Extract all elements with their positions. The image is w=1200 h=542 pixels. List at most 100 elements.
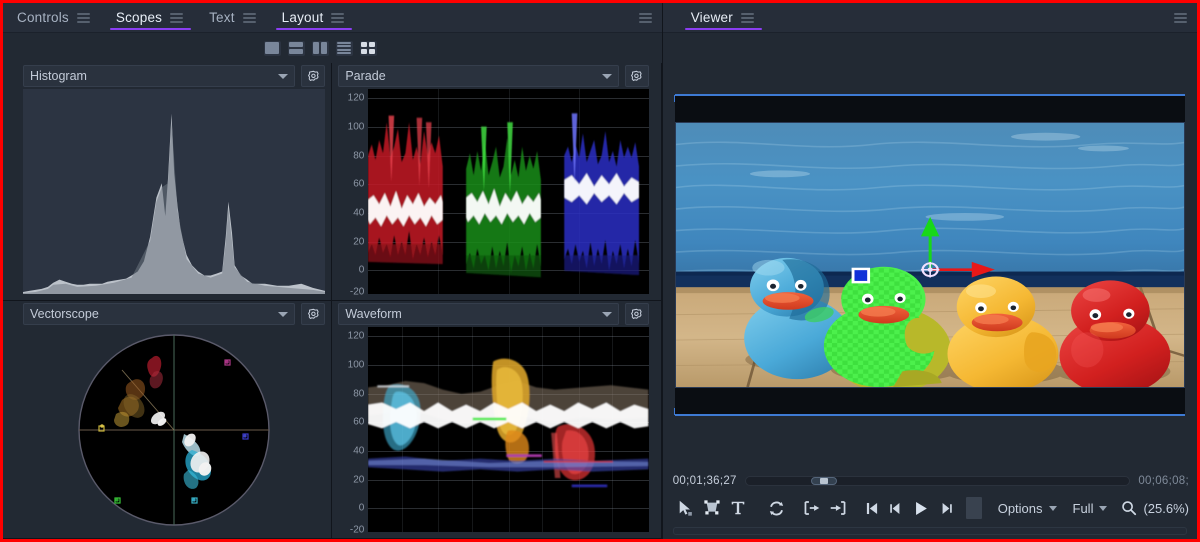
- tab-scopes-label: Scopes: [115, 9, 163, 25]
- viewer-stage[interactable]: [662, 33, 1197, 469]
- layout-quad-grid-button[interactable]: [359, 40, 377, 56]
- axis-tick: -20: [349, 524, 365, 536]
- video-content: [675, 123, 1184, 387]
- scopes-grid: Histogram Parade 120 100 80 60 40 20 0 -…: [3, 63, 662, 539]
- quality-dropdown-label: Full: [1072, 500, 1094, 516]
- hamburger-icon[interactable]: [638, 12, 652, 23]
- parade-title: Parade: [345, 69, 386, 83]
- zoom-control[interactable]: (25.6%): [1115, 500, 1189, 516]
- viewer-panel: Viewer 00;01;36;27 00;06;08; Options Ful…: [662, 3, 1197, 539]
- hamburger-icon[interactable]: [331, 12, 345, 23]
- parade-body: 120 100 80 60 40 20 0 -20: [338, 89, 649, 297]
- parade-plot[interactable]: [368, 89, 649, 294]
- text-tool-button[interactable]: [725, 495, 751, 521]
- anchor-point-marker: [851, 267, 870, 284]
- vectorscope-body: [23, 327, 326, 532]
- tab-controls[interactable]: Controls: [3, 3, 102, 32]
- parade-chart: [368, 113, 640, 278]
- chevron-down-icon[interactable]: [278, 311, 289, 317]
- gear-icon: [307, 70, 319, 81]
- layout-four-rows-button[interactable]: [335, 40, 353, 56]
- waveform-chart: [368, 358, 649, 488]
- left-panel-menu[interactable]: [638, 3, 662, 32]
- mark-in-icon: [804, 501, 819, 515]
- go-to-start-button[interactable]: [860, 495, 884, 521]
- layout-two-columns-button[interactable]: [311, 40, 329, 56]
- waveform-body: 120 100 80 60 40 20 0 -20: [338, 327, 649, 536]
- hamburger-icon[interactable]: [242, 12, 256, 23]
- histogram-settings-button[interactable]: [301, 65, 326, 87]
- viewer-bottom-scrollbar[interactable]: [672, 527, 1187, 535]
- viewer-tabbar: Viewer: [662, 3, 1197, 33]
- parade-header: Parade: [338, 63, 649, 89]
- chevron-down-icon[interactable]: [278, 73, 289, 79]
- skip-to-start-icon: [866, 502, 877, 514]
- tab-layout-label: Layout: [281, 9, 324, 25]
- quality-dropdown[interactable]: Full: [1065, 496, 1116, 520]
- vectorscope-chart: [78, 333, 270, 526]
- chevron-down-icon[interactable]: [601, 311, 612, 317]
- hamburger-icon[interactable]: [740, 12, 754, 23]
- waveform-settings-button[interactable]: [624, 303, 649, 325]
- step-backward-icon: [889, 502, 900, 514]
- viewer-toolbar: Options Full (25.6%): [673, 493, 1189, 523]
- axis-tick: 60: [353, 416, 365, 428]
- tab-text[interactable]: Text: [195, 3, 268, 32]
- waveform-title: Waveform: [345, 307, 402, 321]
- scope-panel-parade: Parade 120 100 80 60 40 20 0 -20: [332, 63, 662, 301]
- hamburger-icon[interactable]: [76, 12, 90, 23]
- waveform-scope-selector[interactable]: Waveform: [338, 303, 619, 325]
- chevron-down-icon[interactable]: [601, 73, 612, 79]
- histogram-chart: [23, 89, 326, 294]
- video-frame[interactable]: [674, 122, 1185, 388]
- transform-tool-button[interactable]: [699, 495, 725, 521]
- mark-out-icon: [830, 501, 846, 515]
- vectorscope-plot[interactable]: [23, 327, 326, 532]
- tab-active-underline: [684, 28, 762, 30]
- layout-single-button[interactable]: [263, 40, 281, 56]
- viewer-transport: 00;01;36;27 00;06;08; Options Full (25.6…: [663, 469, 1197, 527]
- axis-tick: 100: [347, 121, 365, 133]
- left-panel-tabbar: Controls Scopes Text Layout: [3, 3, 662, 33]
- chevron-down-icon: [1099, 505, 1108, 511]
- vectorscope-settings-button[interactable]: [301, 303, 326, 325]
- layout-two-rows-button[interactable]: [287, 40, 305, 56]
- histogram-plot[interactable]: [23, 89, 326, 294]
- tab-active-underline: [109, 28, 192, 30]
- tab-layout[interactable]: Layout: [268, 3, 357, 32]
- mark-out-button[interactable]: [825, 495, 852, 521]
- parade-scope-selector[interactable]: Parade: [338, 65, 619, 87]
- application-window: Controls Scopes Text Layout Histogram Pa…: [3, 3, 1197, 539]
- tab-scopes[interactable]: Scopes: [102, 3, 195, 32]
- current-timecode: 00;01;36;27: [672, 475, 737, 487]
- axis-tick: 0: [358, 502, 365, 514]
- step-forward-button[interactable]: [934, 495, 958, 521]
- histogram-header: Histogram: [23, 63, 326, 89]
- hamburger-icon[interactable]: [170, 12, 184, 23]
- select-tool-button[interactable]: [673, 495, 699, 521]
- canvas-corner-marker: [673, 408, 681, 415]
- histogram-body: [23, 89, 326, 294]
- axis-tick: 120: [347, 92, 365, 104]
- tab-viewer[interactable]: Viewer: [677, 3, 766, 32]
- vectorscope-scope-selector[interactable]: Vectorscope: [23, 303, 296, 325]
- viewer-panel-menu[interactable]: [1174, 3, 1187, 33]
- viewer-canvas-bounds: [673, 94, 1185, 416]
- axis-tick: 0: [358, 264, 365, 276]
- loop-button[interactable]: [763, 495, 790, 521]
- mark-in-button[interactable]: [798, 495, 825, 521]
- waveform-plot[interactable]: [368, 327, 649, 532]
- playhead-handle[interactable]: [810, 477, 837, 485]
- waveform-y-axis: 120 100 80 60 40 20 0 -20: [338, 327, 368, 536]
- play-button[interactable]: [908, 495, 934, 521]
- parade-settings-button[interactable]: [624, 65, 649, 87]
- options-dropdown-label: Options: [997, 500, 1043, 516]
- histogram-scope-selector[interactable]: Histogram: [23, 65, 296, 87]
- scopes-layout-toolbar: [3, 33, 662, 63]
- playhead-scrubber[interactable]: [744, 476, 1131, 486]
- step-back-button[interactable]: [884, 495, 908, 521]
- options-dropdown[interactable]: Options: [990, 496, 1065, 520]
- axis-tick: 40: [353, 445, 365, 457]
- hamburger-icon[interactable]: [1174, 13, 1187, 23]
- axis-tick: 80: [353, 388, 365, 400]
